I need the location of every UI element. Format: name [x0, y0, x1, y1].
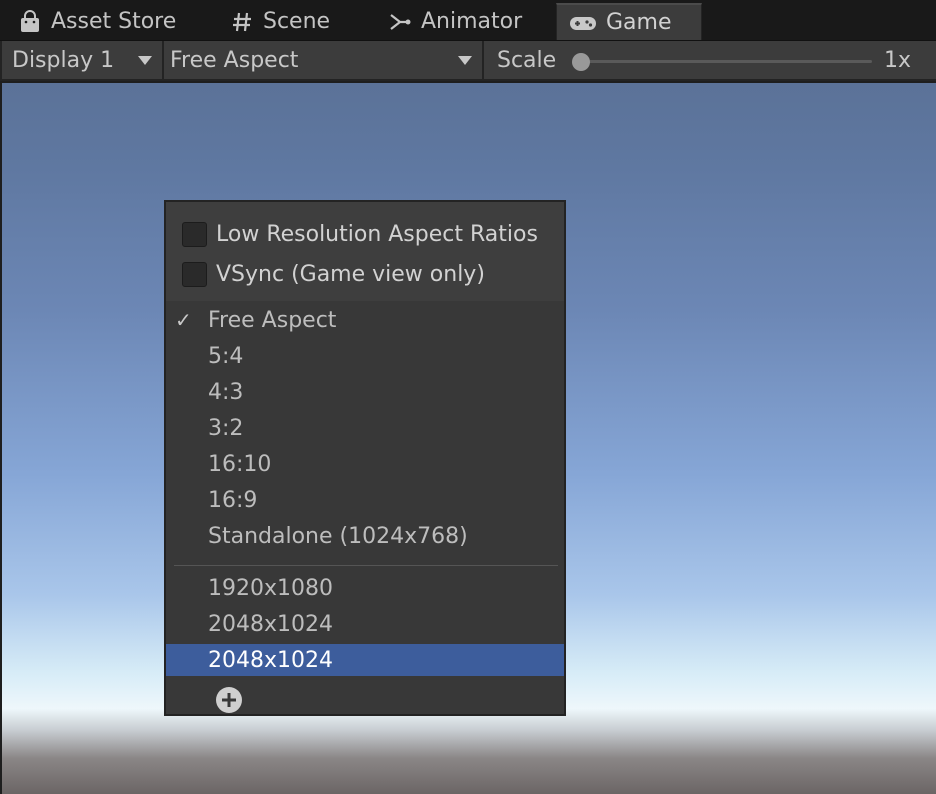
aspect-item-label: Standalone (1024x768)	[208, 523, 468, 549]
menu-divider	[174, 565, 558, 566]
tab-label: Game	[606, 10, 672, 35]
aspect-item-standalone[interactable]: Standalone (1024x768)	[166, 520, 564, 552]
low-resolution-toggle[interactable]: Low Resolution Aspect Ratios	[182, 219, 538, 249]
tab-game[interactable]: Game	[556, 3, 702, 40]
aspect-item-3-2[interactable]: 3:2	[166, 412, 564, 444]
tab-asset-store[interactable]: Asset Store	[18, 3, 176, 40]
hash-icon	[230, 10, 254, 34]
aspect-item-16-10[interactable]: 16:10	[166, 448, 564, 480]
aspect-dropdown[interactable]: Free Aspect	[164, 41, 484, 80]
display-dropdown-label: Display 1	[12, 48, 115, 73]
aspect-ratio-popup: Low Resolution Aspect Ratios VSync (Game…	[164, 200, 566, 716]
aspect-item-label: 3:2	[208, 415, 244, 441]
game-view-toolbar: Display 1 Free Aspect Scale 1x	[0, 41, 936, 81]
aspect-item-label: 16:10	[208, 451, 272, 477]
add-aspect-button[interactable]	[215, 686, 243, 714]
vsync-toggle[interactable]: VSync (Game view only)	[182, 259, 485, 289]
aspect-item-free-aspect[interactable]: ✓ Free Aspect	[166, 304, 564, 336]
vsync-checkbox[interactable]	[182, 261, 207, 287]
animator-icon	[388, 10, 412, 34]
plus-circle-icon	[215, 687, 243, 718]
gamepad-icon	[569, 11, 597, 35]
custom-aspect-item-highlighted[interactable]: 2048x1024	[166, 644, 564, 676]
dropdown-arrow-icon	[458, 56, 472, 65]
low-resolution-label: Low Resolution Aspect Ratios	[216, 221, 538, 247]
tab-label: Scene	[263, 9, 331, 34]
aspect-item-label: Free Aspect	[208, 307, 337, 333]
aspect-item-16-9[interactable]: 16:9	[166, 484, 564, 516]
tab-scene[interactable]: Scene	[230, 3, 330, 40]
aspect-dropdown-label: Free Aspect	[170, 48, 299, 73]
scale-value: 1x	[884, 48, 912, 73]
custom-aspect-item[interactable]: 2048x1024	[166, 608, 564, 640]
aspect-item-label: 16:9	[208, 487, 258, 513]
aspect-item-label: 2048x1024	[208, 611, 333, 637]
custom-aspect-item[interactable]: 1920x1080	[166, 572, 564, 604]
aspect-item-label: 2048x1024	[208, 647, 333, 673]
shopping-bag-icon	[18, 9, 42, 34]
checkmark-icon: ✓	[175, 308, 192, 332]
aspect-item-label: 1920x1080	[208, 575, 333, 601]
scale-slider-track[interactable]	[581, 60, 872, 63]
vsync-label: VSync (Game view only)	[216, 261, 485, 287]
aspect-item-4-3[interactable]: 4:3	[166, 376, 564, 408]
scale-slider-thumb[interactable]	[572, 53, 590, 71]
tab-animator[interactable]: Animator	[388, 3, 522, 40]
aspect-item-5-4[interactable]: 5:4	[166, 340, 564, 372]
low-resolution-checkbox[interactable]	[182, 221, 207, 247]
tab-label: Asset Store	[51, 9, 177, 34]
tab-bar: Asset Store Scene Animator Game	[0, 0, 936, 41]
display-dropdown[interactable]: Display 1	[0, 41, 164, 80]
unity-editor-window: Asset Store Scene Animator Game Display …	[0, 0, 936, 794]
tab-label: Animator	[421, 9, 523, 34]
aspect-item-label: 4:3	[208, 379, 244, 405]
aspect-item-label: 5:4	[208, 343, 244, 369]
dropdown-arrow-icon	[138, 56, 152, 65]
scale-label: Scale	[497, 48, 557, 73]
